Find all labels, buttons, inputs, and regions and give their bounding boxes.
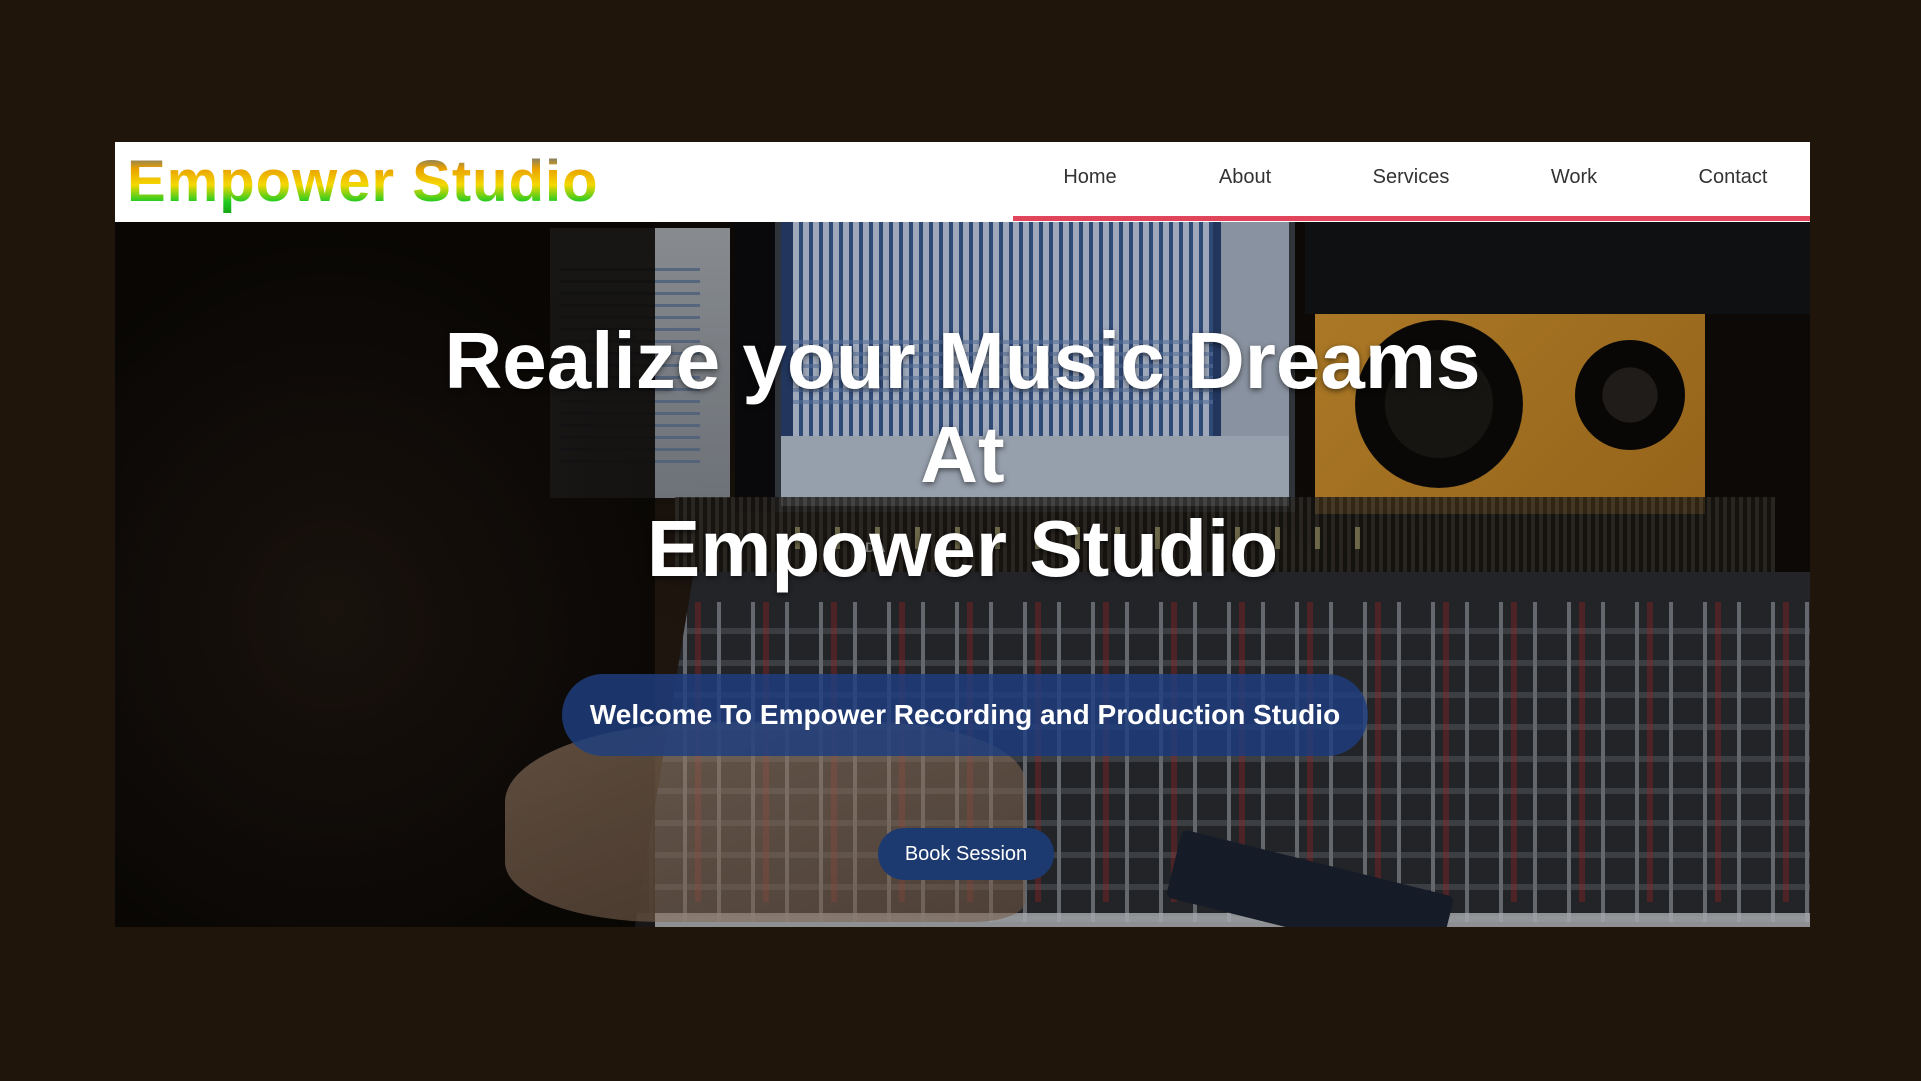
nav-accent-underline	[1013, 216, 1810, 221]
nav-link-about[interactable]: About	[1219, 166, 1271, 189]
welcome-banner: Welcome To Empower Recording and Product…	[562, 674, 1368, 756]
nav-link-work[interactable]: Work	[1551, 166, 1597, 189]
nav-link-contact[interactable]: Contact	[1699, 166, 1768, 189]
headline-line-3: Empower Studio	[646, 504, 1279, 593]
headline-line-1: Realize your Music Dreams	[444, 316, 1481, 405]
nav-link-home[interactable]: Home	[1063, 166, 1116, 189]
hero-headline: Realize your Music Dreams At Empower Stu…	[115, 314, 1810, 596]
headline-line-2: At	[920, 410, 1005, 499]
nav-menu: Home About Services Work Contact	[115, 166, 1810, 196]
website-frame: Empower Studio Home About Services Work …	[115, 142, 1810, 927]
nav-link-services[interactable]: Services	[1373, 166, 1450, 189]
navbar: Empower Studio Home About Services Work …	[115, 142, 1810, 222]
hero-section: DDA Realize your Music Dreams At Empower…	[115, 222, 1810, 927]
book-session-button[interactable]: Book Session	[878, 828, 1054, 880]
